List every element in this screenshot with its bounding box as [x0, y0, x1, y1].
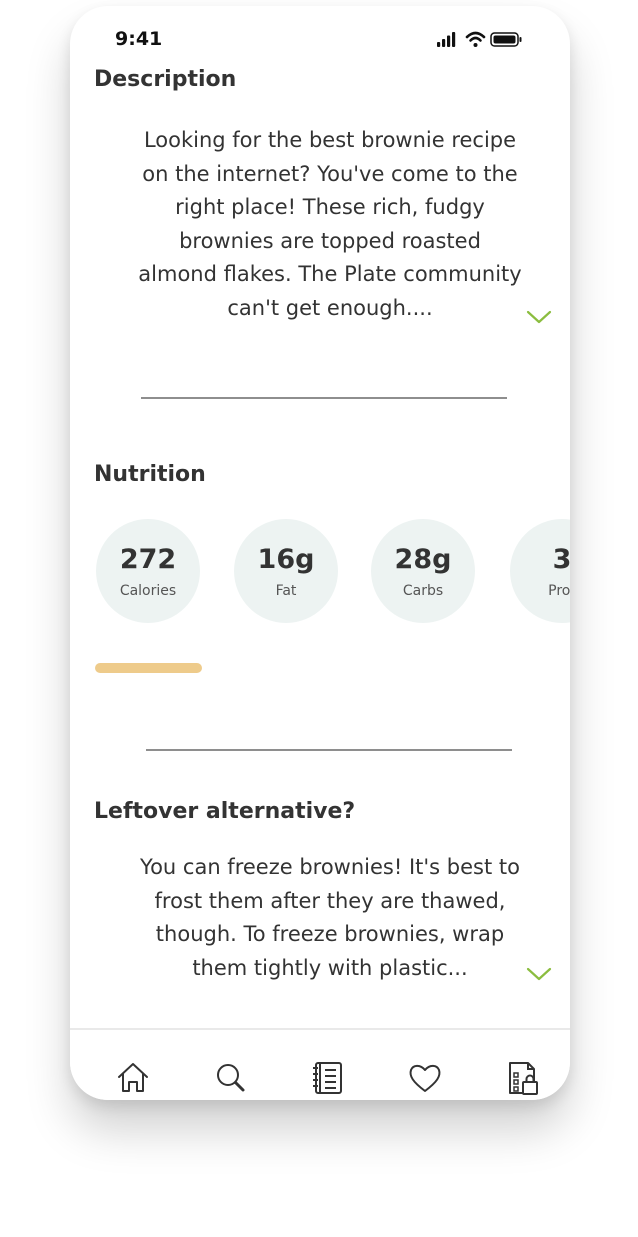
description-title: Description — [94, 67, 237, 92]
search-icon[interactable] — [211, 1058, 251, 1098]
description-line: right place! These rich, fudgy — [175, 195, 485, 220]
signal-icon — [437, 32, 456, 47]
leftover-line: frost them after they are thawed, — [154, 888, 506, 913]
leftover-line: though. To freeze brownies, wrap — [155, 922, 505, 947]
expand-description-chevron-icon[interactable] — [526, 309, 552, 325]
description-line: can't get enough.... — [227, 295, 433, 320]
leftover-text: You can freeze brownies! It's best to fr… — [100, 851, 560, 985]
description-text: Looking for the best brownie recipe on t… — [100, 124, 560, 326]
wifi-icon — [465, 31, 486, 47]
expand-leftover-chevron-icon[interactable] — [526, 966, 552, 982]
nutrition-calories: 272 Calories — [96, 519, 200, 623]
nutrition-label: Calories — [119, 583, 177, 599]
nutrition-value: 28g — [394, 544, 452, 575]
nutrition-label: Carbs — [402, 583, 444, 599]
recipe-book-icon[interactable] — [308, 1058, 348, 1098]
description-line: Looking for the best brownie recipe — [143, 128, 517, 152]
nutrition-protein: 3 Prot — [510, 519, 570, 623]
description-line: almond flakes. The Plate community — [138, 262, 522, 287]
nutrition-label: Prot — [548, 583, 570, 599]
bottom-nav — [70, 1028, 570, 1100]
section-divider — [146, 749, 512, 751]
nutrition-value: 16g — [257, 544, 315, 575]
leftover-line: You can freeze brownies! It's best to — [140, 855, 520, 879]
home-icon[interactable] — [113, 1058, 153, 1098]
status-icons — [437, 30, 537, 50]
nutrition-value: 3 — [552, 544, 570, 575]
battery-icon — [490, 32, 522, 47]
heart-icon[interactable] — [405, 1058, 445, 1098]
leftover-line: them tightly with plastic... — [192, 955, 468, 980]
nutrition-scroll-indicator[interactable] — [95, 663, 202, 673]
status-time: 9:41 — [115, 28, 163, 50]
description-line: on the internet? You've come to the — [142, 161, 518, 186]
description-line: brownies are topped roasted — [179, 228, 481, 253]
nutrition-value: 272 — [119, 544, 177, 575]
leftover-title: Leftover alternative? — [94, 799, 356, 824]
phone-screen: 9:41 Description Looking for the best br… — [70, 6, 570, 1100]
nutrition-fat: 16g Fat — [234, 519, 338, 623]
nutrition-title: Nutrition — [94, 462, 206, 487]
nutrition-carbs: 28g Carbs — [371, 519, 475, 623]
section-divider — [141, 397, 507, 399]
shopping-list-icon[interactable] — [502, 1058, 542, 1098]
nutrition-label: Fat — [275, 583, 297, 599]
